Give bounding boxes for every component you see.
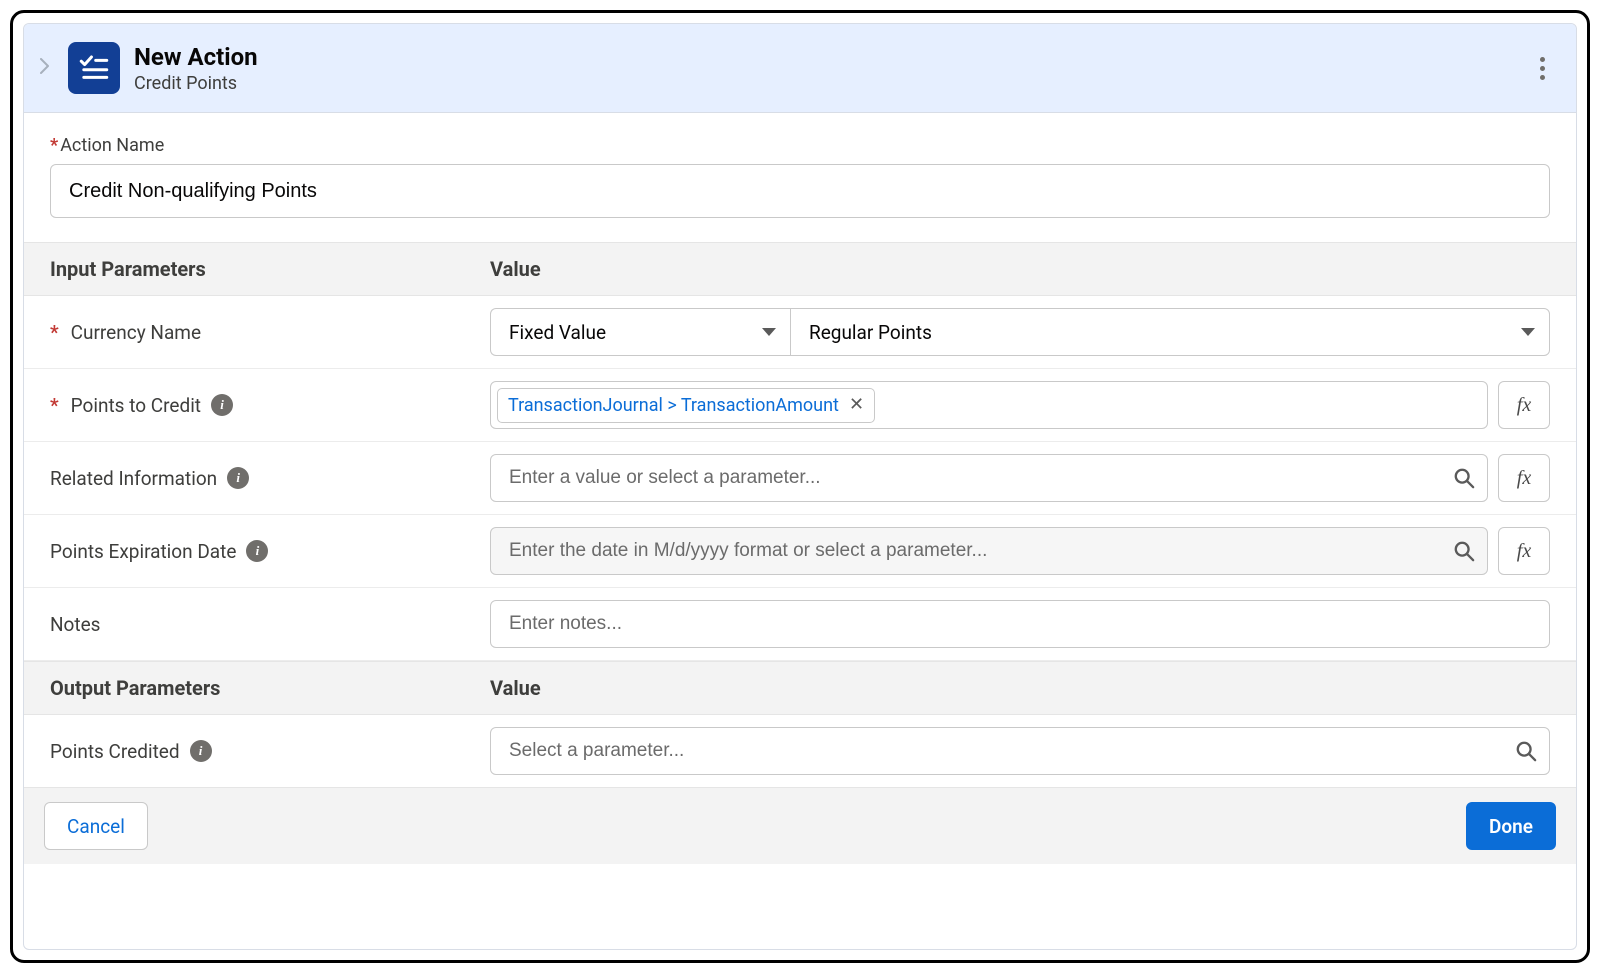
currency-name-label: * Currency Name	[50, 321, 490, 344]
notes-label: Notes	[50, 613, 490, 636]
related-information-input[interactable]	[490, 454, 1488, 502]
chevron-down-icon	[1521, 328, 1535, 336]
row-currency-name: * Currency Name Fixed Value Regular Poin…	[24, 296, 1576, 369]
info-icon[interactable]: i	[227, 467, 249, 489]
action-card: New Action Credit Points *Action Name In…	[23, 23, 1577, 950]
value-header-label: Value	[490, 676, 1550, 700]
required-marker: *	[50, 135, 58, 156]
action-type-icon	[68, 42, 120, 94]
currency-name-mode-select[interactable]: Fixed Value	[490, 308, 790, 356]
fx-button[interactable]: fx	[1498, 527, 1550, 575]
row-points-expiration-date: Points Expiration Date i fx	[24, 515, 1576, 588]
cancel-button[interactable]: Cancel	[44, 802, 148, 850]
points-expiration-date-input[interactable]	[490, 527, 1488, 575]
points-credited-label: Points Credited i	[50, 740, 490, 763]
row-points-credited: Points Credited i	[24, 715, 1576, 787]
action-name-label: *Action Name	[50, 135, 1550, 156]
search-icon	[1453, 540, 1475, 562]
related-information-label: Related Information i	[50, 467, 490, 490]
input-params-header-label: Input Parameters	[50, 257, 490, 281]
header-title: New Action	[134, 43, 258, 71]
points-to-credit-label: * Points to Credit i	[50, 394, 490, 417]
row-points-to-credit: * Points to Credit i TransactionJournal …	[24, 369, 1576, 442]
header-titles: New Action Credit Points	[134, 43, 258, 94]
search-icon	[1453, 467, 1475, 489]
parameter-chip[interactable]: TransactionJournal > TransactionAmount ✕	[497, 388, 875, 423]
notes-input[interactable]	[490, 600, 1550, 648]
fx-button[interactable]: fx	[1498, 381, 1550, 429]
chevron-right-icon[interactable]	[36, 58, 54, 79]
action-name-input[interactable]	[50, 164, 1550, 218]
currency-name-select-pair: Fixed Value Regular Points	[490, 308, 1550, 356]
currency-name-value-select[interactable]: Regular Points	[790, 308, 1550, 356]
points-to-credit-input[interactable]: TransactionJournal > TransactionAmount ✕	[490, 381, 1488, 429]
output-params-header: Output Parameters Value	[24, 661, 1576, 715]
header-subtitle: Credit Points	[134, 73, 258, 94]
info-icon[interactable]: i	[211, 394, 233, 416]
chevron-down-icon	[762, 328, 776, 336]
chip-remove-icon[interactable]: ✕	[849, 396, 864, 414]
input-params-header: Input Parameters Value	[24, 242, 1576, 296]
fx-button[interactable]: fx	[1498, 454, 1550, 502]
row-related-information: Related Information i fx	[24, 442, 1576, 515]
done-button[interactable]: Done	[1466, 802, 1556, 850]
dialog-footer: Cancel Done	[24, 787, 1576, 864]
required-marker: *	[50, 394, 59, 417]
search-icon	[1515, 740, 1537, 762]
points-credited-input[interactable]	[490, 727, 1550, 775]
value-header-label: Value	[490, 257, 1550, 281]
action-name-section: *Action Name	[24, 113, 1576, 242]
output-params-header-label: Output Parameters	[50, 676, 490, 700]
row-notes: Notes	[24, 588, 1576, 661]
dialog-frame: New Action Credit Points *Action Name In…	[10, 10, 1590, 963]
required-marker: *	[50, 321, 59, 344]
points-expiration-date-label: Points Expiration Date i	[50, 540, 490, 563]
more-actions-button[interactable]	[1528, 51, 1556, 86]
card-header: New Action Credit Points	[24, 24, 1576, 113]
info-icon[interactable]: i	[246, 540, 268, 562]
info-icon[interactable]: i	[190, 740, 212, 762]
